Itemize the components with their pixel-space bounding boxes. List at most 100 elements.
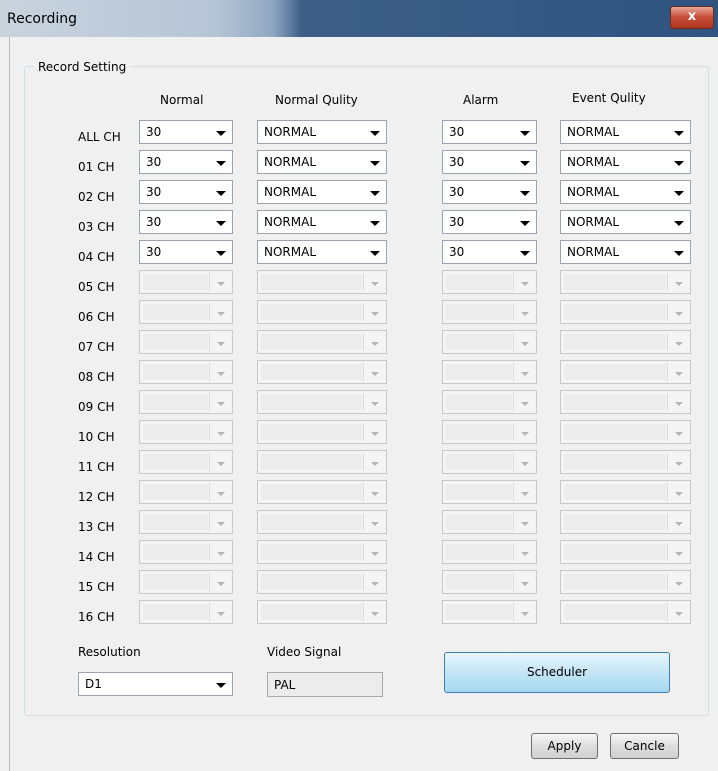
chevron-down-icon [371, 612, 379, 616]
alarm-select[interactable]: 30 [442, 210, 537, 234]
divider [209, 303, 210, 321]
disabled-field [261, 274, 362, 290]
window-frame-left [0, 37, 10, 771]
channel-label: 03 CH [78, 220, 115, 234]
event-quality-select [560, 510, 691, 534]
disabled-field [143, 484, 208, 500]
disabled-field [446, 304, 512, 320]
alarm-select [442, 450, 537, 474]
chevron-down-icon [521, 402, 529, 406]
normal-quality-select[interactable]: NORMAL [257, 240, 387, 264]
chevron-down-icon [371, 372, 379, 376]
event-quality-select [560, 390, 691, 414]
normal-quality-select[interactable]: NORMAL [257, 210, 387, 234]
chevron-down-icon [674, 161, 684, 166]
event-quality-value: NORMAL [567, 125, 620, 139]
chevron-down-icon [674, 251, 684, 256]
disabled-field [564, 394, 666, 410]
normal-quality-select [257, 450, 387, 474]
normal-quality-select [257, 330, 387, 354]
chevron-down-icon [370, 221, 380, 226]
normal-select [139, 360, 233, 384]
alarm-select[interactable]: 30 [442, 240, 537, 264]
disabled-field [261, 424, 362, 440]
chevron-down-icon [521, 552, 529, 556]
channel-label: 01 CH [78, 160, 115, 174]
normal-quality-select[interactable]: NORMAL [257, 180, 387, 204]
normal-value: 30 [146, 245, 162, 259]
disabled-field [564, 574, 666, 590]
alarm-select[interactable]: 30 [442, 120, 537, 144]
alarm-select[interactable]: 30 [442, 180, 537, 204]
event-quality-select[interactable]: NORMAL [560, 180, 691, 204]
resolution-select[interactable]: D1 [78, 672, 233, 696]
event-quality-select[interactable]: NORMAL [560, 120, 691, 144]
normal-select[interactable]: 30 [139, 180, 233, 204]
event-quality-select[interactable]: NORMAL [560, 150, 691, 174]
disabled-field [446, 394, 512, 410]
apply-button[interactable]: Apply [531, 733, 598, 759]
chevron-down-icon [675, 402, 683, 406]
chevron-down-icon [521, 342, 529, 346]
channel-label: 05 CH [78, 280, 115, 294]
divider [209, 573, 210, 591]
event-quality-select [560, 360, 691, 384]
resolution-label: Resolution [78, 645, 141, 659]
disabled-field [446, 574, 512, 590]
chevron-down-icon [675, 342, 683, 346]
alarm-value: 30 [449, 185, 465, 199]
divider [667, 573, 668, 591]
normal-select[interactable]: 30 [139, 240, 233, 264]
event-quality-select [560, 330, 691, 354]
disabled-field [446, 334, 512, 350]
divider [513, 273, 514, 291]
disabled-field [564, 604, 666, 620]
divider [363, 573, 364, 591]
normal-quality-value: NORMAL [264, 155, 317, 169]
normal-select[interactable]: 30 [139, 120, 233, 144]
chevron-down-icon [521, 462, 529, 466]
alarm-select [442, 570, 537, 594]
event-quality-value: NORMAL [567, 155, 620, 169]
divider [513, 543, 514, 561]
chevron-down-icon [217, 312, 225, 316]
chevron-down-icon [217, 432, 225, 436]
chevron-down-icon [520, 251, 530, 256]
disabled-field [564, 544, 666, 560]
chevron-down-icon [217, 612, 225, 616]
chevron-down-icon [371, 462, 379, 466]
normal-select[interactable]: 30 [139, 150, 233, 174]
alarm-select[interactable]: 30 [442, 150, 537, 174]
normal-quality-select [257, 420, 387, 444]
close-button[interactable]: x [670, 6, 714, 29]
divider [667, 483, 668, 501]
divider [363, 303, 364, 321]
channel-label: 02 CH [78, 190, 115, 204]
chevron-down-icon [216, 683, 226, 688]
divider [513, 513, 514, 531]
chevron-down-icon [520, 191, 530, 196]
event-quality-select [560, 570, 691, 594]
normal-select [139, 570, 233, 594]
disabled-field [564, 274, 666, 290]
normal-quality-select[interactable]: NORMAL [257, 150, 387, 174]
chevron-down-icon [521, 612, 529, 616]
video-signal-field: PAL [267, 672, 383, 697]
divider [363, 423, 364, 441]
normal-quality-select[interactable]: NORMAL [257, 120, 387, 144]
event-quality-select[interactable]: NORMAL [560, 210, 691, 234]
event-quality-value: NORMAL [567, 215, 620, 229]
disabled-field [261, 604, 362, 620]
chevron-down-icon [675, 552, 683, 556]
chevron-down-icon [675, 522, 683, 526]
event-quality-select[interactable]: NORMAL [560, 240, 691, 264]
disabled-field [446, 484, 512, 500]
divider [363, 453, 364, 471]
chevron-down-icon [371, 432, 379, 436]
normal-quality-select [257, 360, 387, 384]
normal-select[interactable]: 30 [139, 210, 233, 234]
cancel-button[interactable]: Cancle [610, 733, 679, 759]
divider [209, 453, 210, 471]
alarm-value: 30 [449, 125, 465, 139]
scheduler-button[interactable]: Scheduler [444, 652, 670, 693]
